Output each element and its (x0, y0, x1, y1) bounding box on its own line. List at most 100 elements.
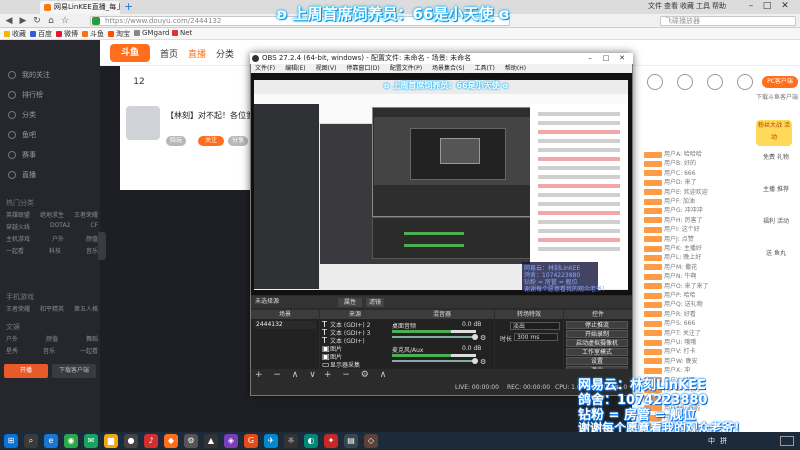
sidebar-cat-link[interactable]: 音乐 (43, 346, 55, 355)
sidebar-item-category[interactable]: 分类 (0, 106, 100, 124)
app-icon[interactable]: ▤ (344, 434, 358, 448)
netease-music-icon[interactable]: ♪ (144, 434, 158, 448)
sidebar-cat-link[interactable]: 颜值 (86, 234, 98, 243)
obs-menu-tools[interactable]: 工具(T) (475, 64, 495, 73)
promo-text[interactable]: 免费 礼物 (756, 154, 796, 162)
sidebar-item-yuba[interactable]: 鱼吧 (0, 126, 100, 144)
sidebar-cat-link[interactable]: 户外 (52, 234, 64, 243)
browser-360-icon[interactable]: ◉ (64, 434, 78, 448)
sidebar-cat-link[interactable]: 星秀 (6, 346, 18, 355)
nav-home[interactable]: 首页 (160, 47, 178, 60)
chat-icon[interactable] (677, 74, 693, 90)
close-icon[interactable]: ✕ (616, 53, 628, 64)
ime-indicator[interactable]: 中 (708, 436, 715, 446)
room-share-button[interactable]: 分享 (228, 136, 248, 146)
obs-taskbar-icon[interactable]: ● (124, 434, 138, 448)
source-item[interactable]: ▭显示器采集 (322, 360, 388, 369)
app-icon[interactable]: G (244, 434, 258, 448)
bookmark-item[interactable]: Net (172, 29, 192, 37)
bookmark-item[interactable]: 斗鱼 (82, 29, 104, 39)
bookmark-item[interactable]: 百度 (30, 29, 52, 39)
folder-icon[interactable]: ▆ (104, 434, 118, 448)
sidebar-cat-link[interactable]: 王者荣耀 (74, 210, 98, 219)
sidebar-collapse-handle[interactable] (98, 232, 106, 260)
sidebar-cat-link[interactable]: 英雄联盟 (6, 210, 30, 219)
wechat-icon[interactable]: ✉ (84, 434, 98, 448)
search-icon[interactable]: ⌕ (24, 434, 38, 448)
sidebar-cat-link[interactable]: 主机游戏 (6, 234, 30, 243)
obs-menu-scene-collection[interactable]: 场景集合(S) (432, 64, 465, 73)
obs-menu-profile[interactable]: 配置文件(P) (390, 64, 422, 73)
sidebar-cat-link[interactable]: DOTA2 (50, 222, 70, 231)
pc-client-button[interactable]: PC客户端 (762, 76, 798, 88)
favorite-star-icon[interactable]: ☆ (60, 16, 70, 26)
app-icon[interactable]: ◐ (304, 434, 318, 448)
sidebar-cat-link[interactable]: CF (90, 222, 98, 231)
browser-menu-tools[interactable]: 工具 (696, 1, 710, 11)
steam-icon[interactable]: ⚙ (184, 434, 198, 448)
start-recording-button[interactable]: 开始录制 (566, 330, 628, 338)
transition-duration-input[interactable]: 300 ms (514, 333, 558, 341)
nav-category[interactable]: 分类 (216, 47, 234, 60)
properties-button[interactable]: 属性 (338, 298, 362, 307)
sidebar-cat-link[interactable]: 第五人格 (74, 304, 98, 313)
promo-text[interactable]: 送 鱼丸 (756, 250, 796, 258)
sidebar-item-rank[interactable]: 排行榜 (0, 86, 100, 104)
mixer-volume-knob[interactable] (472, 334, 478, 340)
sidebar-cat-link[interactable]: 舞蹈 (86, 334, 98, 343)
back-icon[interactable]: ◀ (4, 16, 14, 26)
room-pill-play[interactable]: 陪玩 (166, 136, 186, 146)
sidebar-cat-link[interactable]: 科技 (49, 246, 61, 255)
sidebar-item-follow[interactable]: 我的关注 (0, 66, 100, 84)
ime-mode[interactable]: 拼 (720, 436, 727, 446)
douyu-logo[interactable]: 斗鱼 (110, 44, 150, 62)
maximize-icon[interactable]: □ (600, 53, 612, 64)
bookmark-item[interactable]: GMgard (134, 29, 169, 37)
sidebar-item-live[interactable]: 直播 (0, 166, 100, 184)
sources-footer[interactable]: + − ⚙ ∧ ∨ (320, 369, 404, 381)
app-icon[interactable]: ✈ (264, 434, 278, 448)
sidebar-cat-link[interactable]: 一起看 (80, 346, 98, 355)
nav-live[interactable]: 直播 (188, 47, 206, 60)
promo-text[interactable]: 主播 推荐 (756, 186, 796, 194)
minimize-icon[interactable]: – (584, 53, 596, 64)
maximize-icon[interactable]: □ (760, 0, 774, 14)
bookmark-item[interactable]: 淘宝 (108, 29, 130, 39)
transition-select[interactable]: 淡出 (510, 322, 560, 330)
fans-badge[interactable]: 粉丝大战 活动 (756, 120, 792, 146)
start-icon[interactable]: ⊞ (4, 434, 18, 448)
virtual-camera-button[interactable]: 启动虚拟摄像机 (566, 339, 628, 347)
download-client-button[interactable]: 下载客户端 (52, 364, 96, 378)
mixer-volume-slider[interactable] (392, 336, 476, 338)
settings-button[interactable]: 设置 (566, 357, 628, 365)
sidebar-cat-link[interactable]: 颜值 (46, 334, 58, 343)
sidebar-cat-link[interactable]: 一起看 (6, 246, 24, 255)
mixer-volume-slider[interactable] (392, 360, 476, 362)
new-tab-button[interactable]: + (124, 1, 136, 13)
promo-text[interactable]: 福利 活动 (756, 218, 796, 226)
browser-tab[interactable]: 网易LinKEE直播_每上… (40, 1, 120, 14)
app-icon[interactable]: ◈ (224, 434, 238, 448)
sidebar-cat-link[interactable]: 户外 (6, 334, 18, 343)
filters-button[interactable]: 滤镜 (366, 298, 384, 307)
obs-menu-view[interactable]: 视图(V) (316, 64, 337, 73)
stop-streaming-button[interactable]: 停止推流 (566, 321, 628, 329)
obs-menu-edit[interactable]: 编辑(E) (285, 64, 305, 73)
clock-icon[interactable] (707, 74, 723, 90)
browser-search-input[interactable]: 飞碟播放器 (660, 16, 796, 26)
app-icon[interactable]: ▲ (204, 434, 218, 448)
sidebar-cat-link[interactable]: 王者荣耀 (6, 304, 30, 313)
obs-menu-docks[interactable]: 停靠窗口(D) (346, 64, 379, 73)
app-icon[interactable]: ☼ (284, 434, 298, 448)
ie-browser-icon[interactable]: e (44, 434, 58, 448)
obs-menu-help[interactable]: 帮助(H) (505, 64, 526, 73)
refresh-icon[interactable]: ↻ (32, 16, 42, 26)
avatar[interactable] (126, 106, 160, 140)
gear-icon[interactable]: ⚙ (480, 334, 486, 342)
bookmark-item[interactable]: 收藏 (4, 29, 26, 39)
user-icon[interactable] (737, 74, 753, 90)
bookmark-item[interactable]: 微博 (56, 29, 78, 39)
browser-menu-view[interactable]: 查看 (664, 1, 678, 11)
app-icon[interactable]: ✦ (324, 434, 338, 448)
scene-item[interactable]: 2444132 (254, 321, 316, 329)
